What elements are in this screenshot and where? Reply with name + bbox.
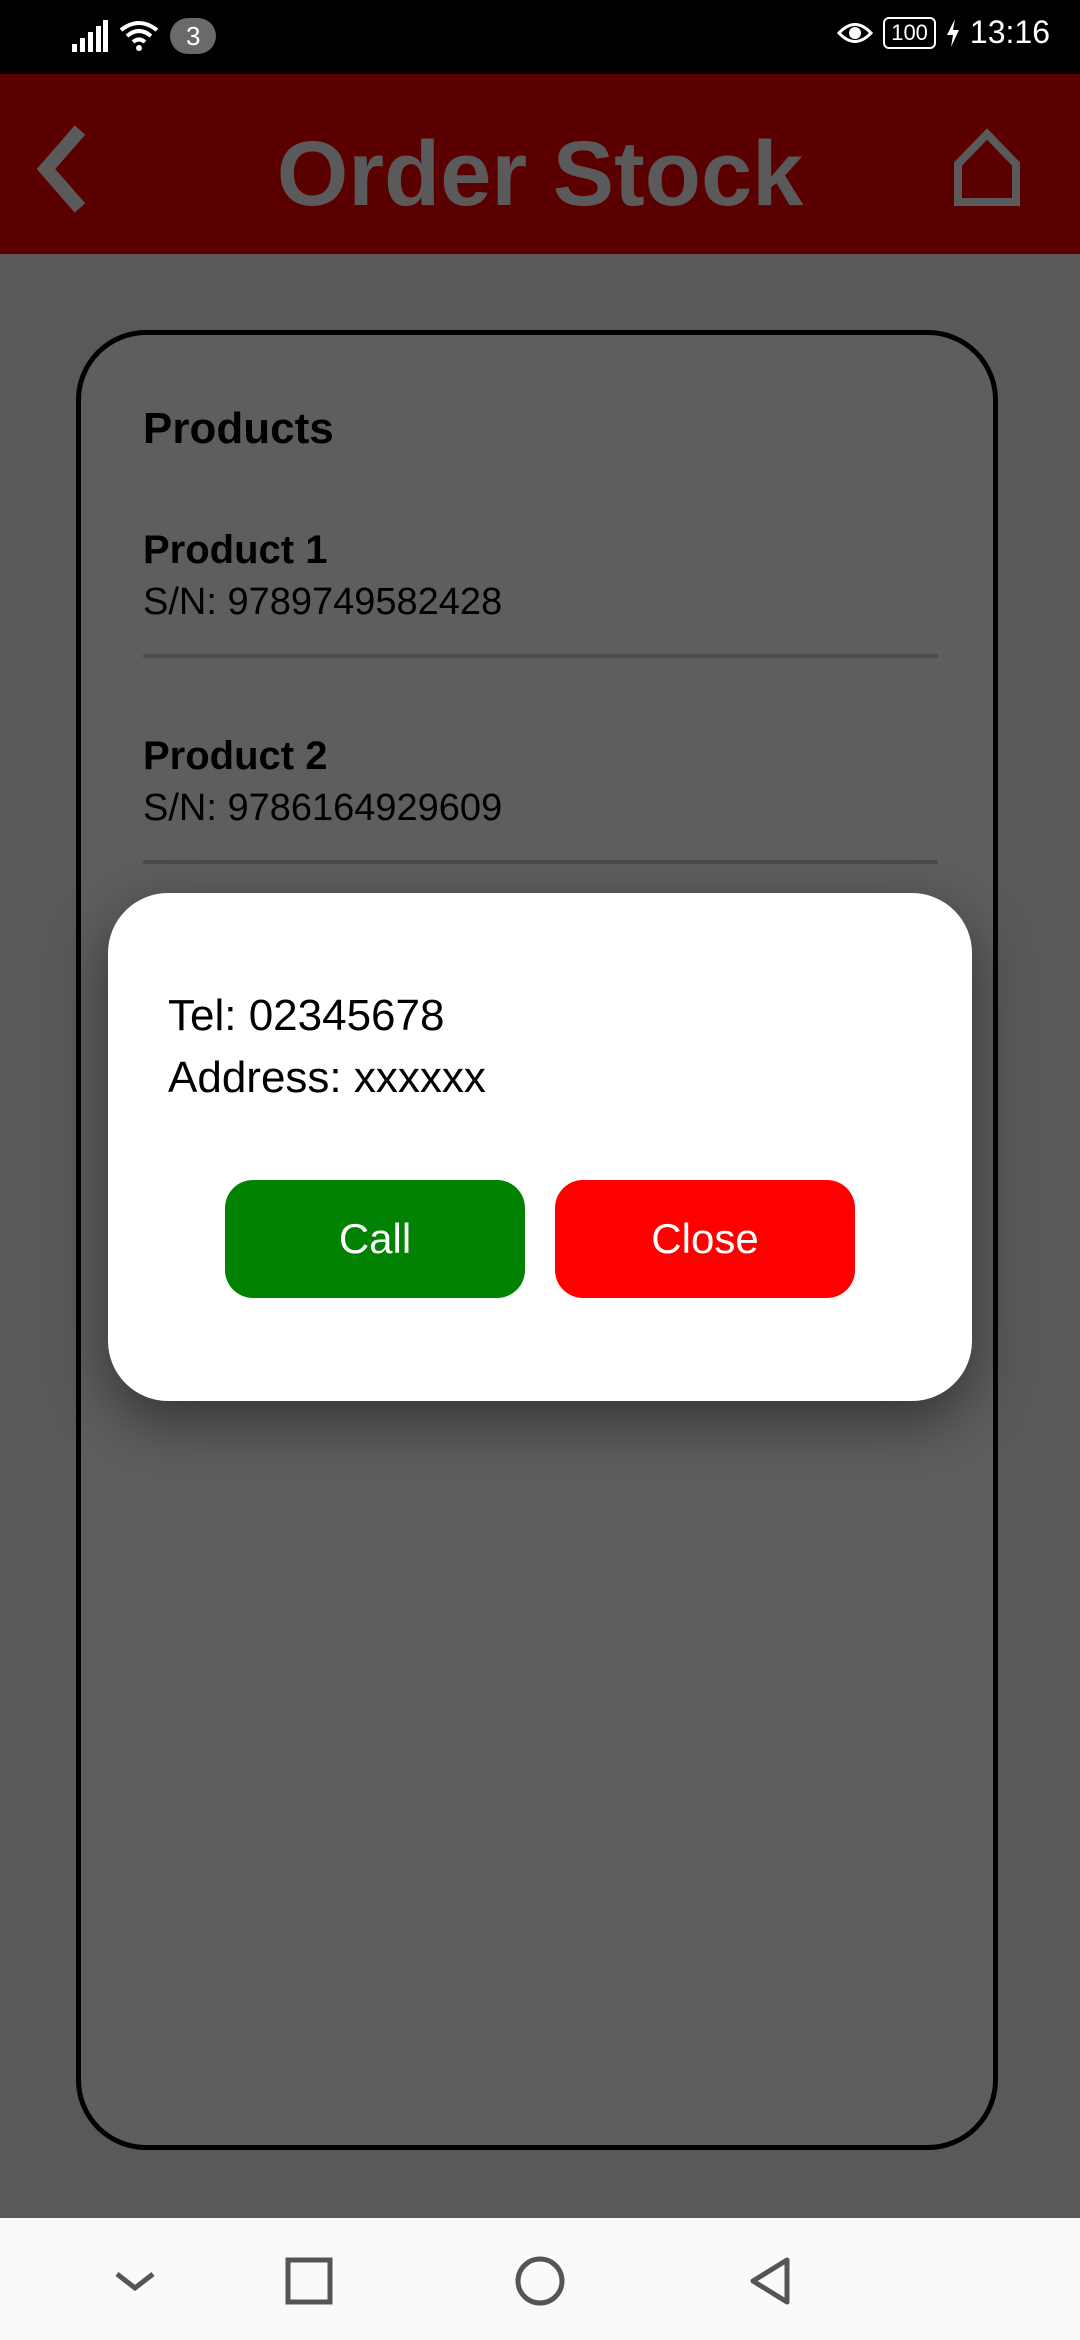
recents-icon[interactable]	[274, 2246, 344, 2316]
charging-icon	[946, 18, 959, 47]
page-title: Order Stock	[276, 123, 804, 225]
contact-dialog: Tel: 02345678 Address: xxxxxx Call Close	[108, 893, 972, 1401]
product-serial: S/N: 9789749582428	[143, 581, 503, 623]
status-bar: 3 100 13:16	[0, 0, 1080, 74]
eye-icon	[837, 22, 874, 43]
battery-icon: 100	[883, 16, 936, 49]
signal-icon	[72, 20, 108, 52]
contact-info: Tel: 02345678 Address: xxxxxx	[168, 985, 486, 1109]
tel-text: Tel: 02345678	[168, 991, 445, 1040]
wifi-icon	[119, 21, 159, 51]
product-name: Product 2	[143, 734, 328, 778]
divider	[143, 654, 938, 658]
home-icon[interactable]	[952, 128, 1022, 208]
call-button[interactable]: Call	[225, 1180, 525, 1298]
home-circle-icon[interactable]	[505, 2246, 575, 2316]
app-bar: Order Stock	[0, 74, 1080, 254]
system-nav-bar	[0, 2218, 1080, 2340]
close-button[interactable]: Close	[555, 1180, 855, 1298]
list-item[interactable]: Product 1 S/N: 9789749582428	[143, 528, 938, 658]
hide-nav-icon[interactable]	[100, 2246, 170, 2316]
product-serial: S/N: 9786164929609	[143, 787, 503, 829]
products-title: Products	[143, 404, 334, 453]
notification-count-badge: 3	[170, 18, 217, 54]
list-item[interactable]: Product 2 S/N: 9786164929609	[143, 734, 938, 864]
divider	[143, 860, 938, 864]
status-time: 13:16	[969, 14, 1050, 50]
product-name: Product 1	[143, 528, 328, 572]
address-text: Address: xxxxxx	[168, 1053, 486, 1102]
back-triangle-icon[interactable]	[735, 2246, 805, 2316]
